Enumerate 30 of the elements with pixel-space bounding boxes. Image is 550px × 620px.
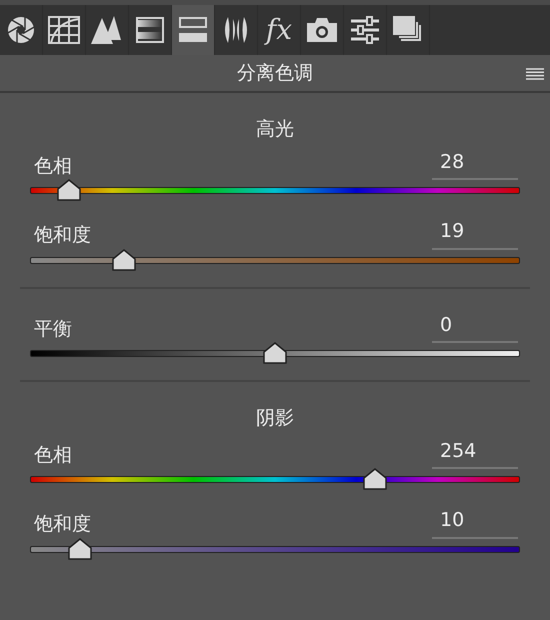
gradient-icon[interactable] [136,17,164,43]
slider-thumb[interactable] [363,468,388,490]
sliders-icon[interactable] [351,16,379,44]
stacked-layers-icon[interactable] [393,16,423,44]
value-field[interactable]: 28 [432,148,518,180]
toolbar-tab[interactable] [172,5,215,55]
value-field[interactable]: 10 [432,506,518,538]
slider-thumb[interactable] [112,248,136,270]
section-heading: 阴影 [256,406,294,431]
slider-thumb[interactable] [57,179,82,201]
value-field[interactable]: 19 [432,217,518,250]
mountains-icon[interactable] [91,15,123,45]
curve-grid-icon[interactable] [48,16,80,44]
slider-label: 饱和度 [33,512,91,537]
camera-icon[interactable] [306,17,338,43]
value-field[interactable]: 254 [432,436,518,469]
effects-icon[interactable]: fx [266,16,292,44]
lens-icon[interactable] [222,16,250,44]
panel-title: 分离色调 [237,60,313,86]
menu-icon[interactable] [526,68,544,80]
slider-thumb[interactable] [263,342,287,364]
slider-thumb[interactable] [68,538,92,560]
slider-label: 平衡 [33,316,72,342]
slider-label: 色相 [33,154,72,178]
section-heading: 高光 [256,117,294,142]
value-field[interactable]: 0 [432,310,518,343]
split-tone-icon[interactable] [179,17,207,43]
aperture-icon[interactable] [7,16,35,44]
slider-label: 饱和度 [33,223,91,248]
slider-label: 色相 [33,442,72,468]
